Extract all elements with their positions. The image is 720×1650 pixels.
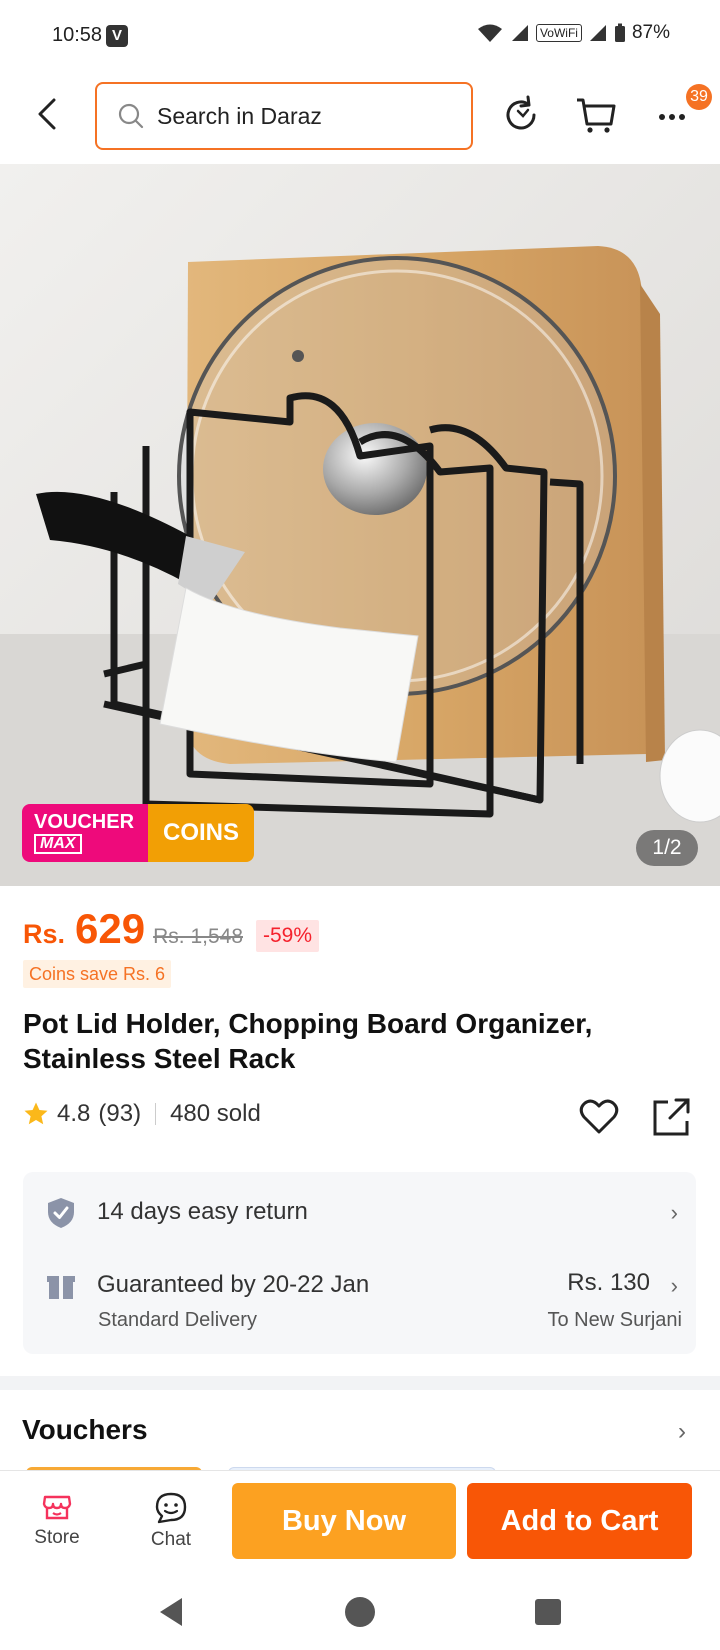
battery-level: 87% <box>631 22 670 43</box>
gift-box-icon <box>47 1276 75 1299</box>
back-arrow-icon[interactable] <box>28 94 68 134</box>
store-icon <box>42 1495 72 1520</box>
battery-icon <box>614 23 625 42</box>
buy-now-button[interactable]: Buy Now <box>232 1483 456 1559</box>
share-icon[interactable] <box>650 1096 692 1138</box>
review-count: (93) <box>98 1100 142 1127</box>
vouchers-title[interactable]: Vouchers <box>22 1414 148 1446</box>
voucher-max-label: VOUCHER MAX <box>22 804 148 862</box>
chevron-right-icon[interactable]: › <box>678 1418 686 1446</box>
store-label: Store <box>34 1527 80 1548</box>
chevron-right-icon: › <box>670 1273 678 1298</box>
coins-save-tag: Coins save Rs. 6 <box>23 960 172 988</box>
status-bar: 10:58 V VoWiFi 87% <box>0 0 720 72</box>
status-time: 10:58 <box>52 24 103 46</box>
cart-count-badge: 39 <box>686 84 712 110</box>
voucher-label: VOUCHER <box>34 811 135 833</box>
image-counter: 1/2 <box>636 830 698 866</box>
signal-icon-2 <box>589 25 606 41</box>
price-currency: Rs. <box>23 919 66 949</box>
return-policy-text: 14 days easy return <box>97 1198 308 1225</box>
product-title: Pot Lid Holder, Chopping Board Organizer… <box>23 1008 593 1074</box>
chat-label: Chat <box>150 1529 192 1550</box>
rating-row[interactable]: 4.8 (93) 480 sold <box>23 1100 261 1128</box>
system-nav-bar <box>0 1574 720 1650</box>
signal-icon <box>511 25 528 41</box>
chevron-right-icon: › <box>670 1200 678 1225</box>
original-price: Rs. 1,548 <box>153 925 243 948</box>
carrier-badge: V <box>106 25 128 47</box>
coins-label: COINS <box>148 804 254 862</box>
cart-icon[interactable] <box>573 92 619 138</box>
search-icon <box>118 103 144 129</box>
chat-icon <box>155 1492 187 1524</box>
current-price: 629 <box>75 905 146 952</box>
section-divider <box>0 1376 720 1390</box>
status-indicators: VoWiFi 87% <box>476 22 670 44</box>
rating-value: 4.8 <box>57 1100 91 1127</box>
price-row: Rs. 629 Rs. 1,548 <box>23 905 243 953</box>
product-image[interactable]: VOUCHER MAX COINS 1/2 <box>0 164 720 886</box>
ship-to-location: To New Surjani <box>547 1309 682 1331</box>
nav-recents-icon[interactable] <box>528 1592 568 1632</box>
shipping-fee: Rs. 130 <box>567 1269 650 1296</box>
history-icon[interactable] <box>498 92 544 138</box>
shield-check-icon <box>48 1198 74 1228</box>
voucher-max-coins-badge: VOUCHER MAX COINS <box>22 804 254 862</box>
top-header: Search in Daraz 39 <box>0 72 720 164</box>
divider <box>155 1103 157 1125</box>
product-photo <box>0 164 720 886</box>
bottom-action-bar: Store Chat Buy Now Add to Cart <box>0 1470 720 1574</box>
heart-icon[interactable] <box>578 1096 620 1138</box>
nav-back-icon[interactable] <box>152 1592 192 1632</box>
add-to-cart-button[interactable]: Add to Cart <box>467 1483 692 1559</box>
max-label: MAX <box>34 834 82 854</box>
vowifi-indicator: VoWiFi <box>535 24 582 42</box>
delivery-guarantee-text: Guaranteed by 20-22 Jan <box>97 1271 370 1298</box>
delivery-row[interactable]: Guaranteed by 20-22 Jan Standard Deliver… <box>23 1265 696 1345</box>
discount-badge: -59% <box>256 920 320 952</box>
delivery-info-card: 14 days easy return › Guaranteed by 20-2… <box>23 1172 696 1354</box>
nav-home-icon[interactable] <box>340 1592 380 1632</box>
return-policy-row[interactable]: 14 days easy return › <box>23 1192 696 1236</box>
wifi-icon <box>477 24 502 42</box>
search-placeholder: Search in Daraz <box>157 102 322 129</box>
store-button[interactable]: Store <box>17 1491 97 1549</box>
chat-button[interactable]: Chat <box>131 1491 211 1551</box>
search-input[interactable]: Search in Daraz <box>95 82 473 150</box>
star-icon <box>24 1102 48 1125</box>
sold-count: 480 sold <box>170 1100 261 1127</box>
delivery-type: Standard Delivery <box>98 1309 257 1331</box>
